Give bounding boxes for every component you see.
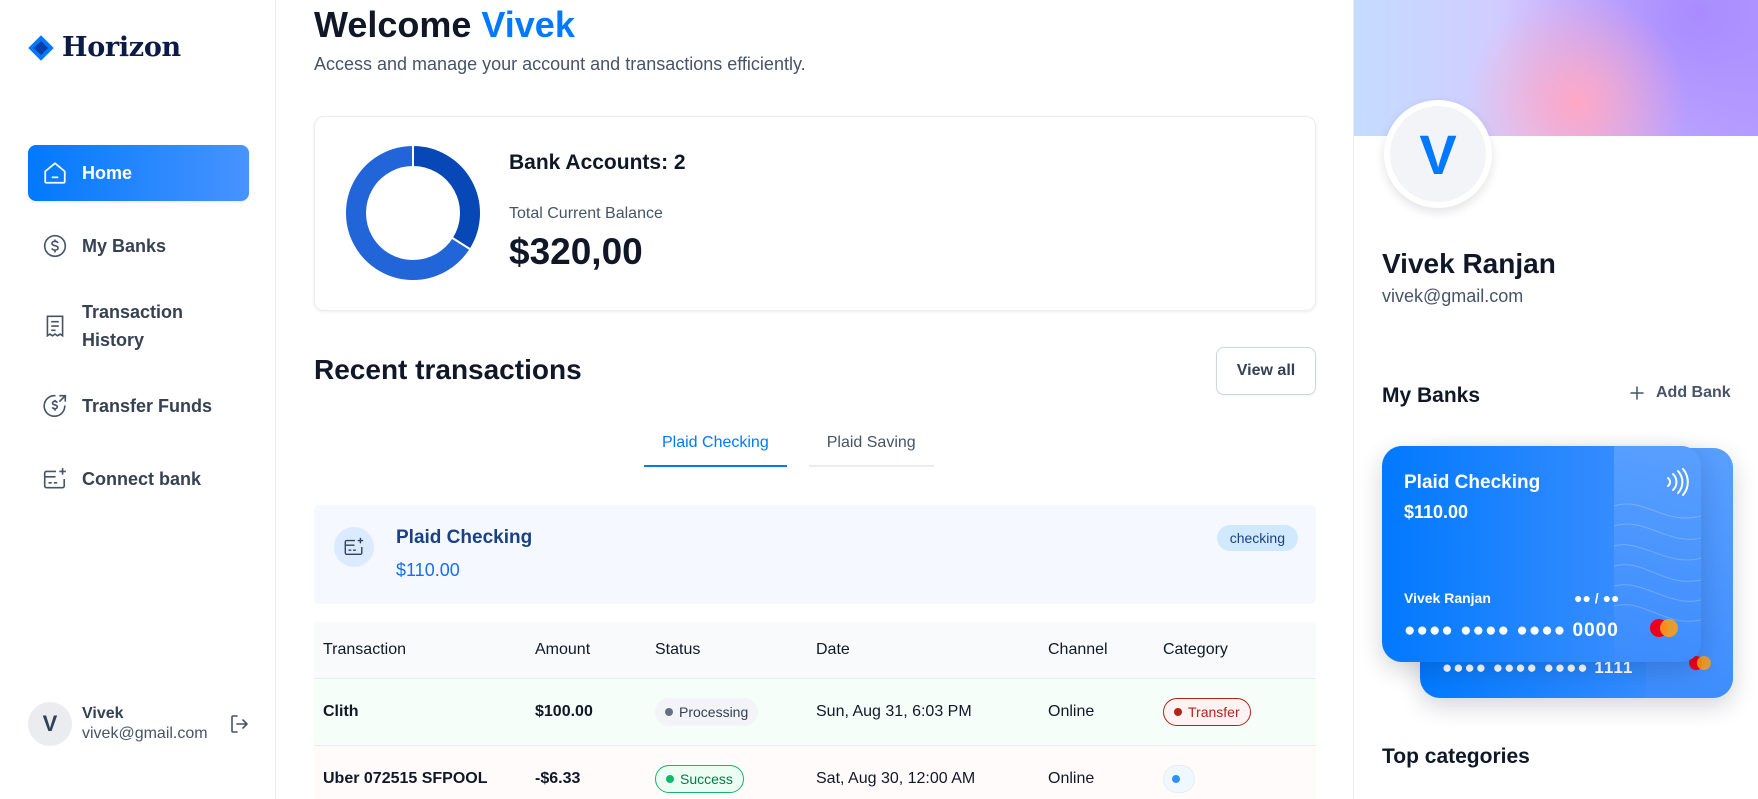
account-name: Plaid Checking <box>396 527 533 548</box>
transaction-category: Transfer <box>1154 678 1316 746</box>
welcome-prefix: Welcome <box>314 4 472 45</box>
transaction-date: Sat, Aug 30, 12:00 AM <box>807 745 1039 799</box>
sidebar-item-home[interactable]: Home <box>28 145 249 201</box>
mastercard-icon <box>1650 619 1678 637</box>
column-header-transaction: Transaction <box>314 622 526 679</box>
transaction-category <box>1154 745 1316 799</box>
top-categories-title: Top categories <box>1382 745 1530 768</box>
transaction-name: Uber 072515 SFPOOL <box>314 745 526 799</box>
bank-card-front[interactable]: Plaid Checking $110.00 Vivek Ranjan ●● /… <box>1382 446 1701 662</box>
account-type-badge: checking <box>1216 525 1298 551</box>
add-bank-label: Add Bank <box>1656 384 1731 401</box>
column-header-amount: Amount <box>526 622 646 679</box>
account-balance: $110.00 <box>396 560 460 580</box>
balance-donut-chart <box>345 145 481 281</box>
receipt-icon <box>42 313 68 339</box>
recent-transactions-title: Recent transactions <box>314 354 582 385</box>
home-icon <box>42 160 68 186</box>
table-row[interactable]: Uber 072515 SFPOOL -$6.33 Success Sat, A… <box>314 745 1316 799</box>
brand-name: Horizon <box>62 32 181 63</box>
transaction-amount: $100.00 <box>526 678 646 746</box>
sidebar-item-label: Transfer Funds <box>82 396 213 416</box>
transactions-table: Transaction Amount Status Date Channel C… <box>314 622 1316 799</box>
horizon-logo-icon <box>28 34 54 61</box>
bank-tabs: Plaid Checking Plaid Saving <box>644 420 934 467</box>
logo[interactable]: Horizon <box>28 32 181 63</box>
profile-name: Vivek Ranjan <box>1382 248 1556 279</box>
total-balance-label: Total Current Balance <box>509 205 663 222</box>
avatar[interactable]: V <box>1384 100 1492 208</box>
card-expiry: ●● / ●● <box>1574 590 1620 606</box>
sidebar-user-email: vivek@gmail.com <box>82 725 208 742</box>
sidebar-item-label: Connect bank <box>82 469 202 489</box>
total-balance-card: Bank Accounts: 2 Total Current Balance $… <box>314 116 1316 311</box>
sidebar-nav: Home My Banks Transaction History Transf… <box>28 145 249 524</box>
status-badge: Success <box>655 764 744 793</box>
money-send-icon <box>42 393 68 419</box>
tab-plaid-checking[interactable]: Plaid Checking <box>644 420 787 467</box>
sidebar-item-transfer-funds[interactable]: Transfer Funds <box>28 378 249 434</box>
contactless-icon <box>1667 468 1689 496</box>
dollar-circle-icon <box>42 233 68 259</box>
transaction-channel: Online <box>1039 745 1154 799</box>
card-add-icon <box>334 527 374 567</box>
column-header-status: Status <box>646 622 807 679</box>
sidebar-item-transaction-history[interactable]: Transaction History <box>28 291 249 361</box>
add-bank-button[interactable]: Add Bank <box>1628 384 1731 402</box>
table-header-row: Transaction Amount Status Date Channel C… <box>314 622 1316 679</box>
profile-panel: V Vivek Ranjan vivek@gmail.com My Banks … <box>1353 0 1758 799</box>
sidebar-item-label: Home <box>82 163 133 183</box>
view-all-button[interactable]: View all <box>1216 347 1316 395</box>
welcome-user-name: Vivek <box>481 4 575 45</box>
category-badge <box>1163 764 1195 793</box>
column-header-category: Category <box>1154 622 1316 679</box>
sidebar-item-label: My Banks <box>82 236 167 256</box>
transaction-date: Sun, Aug 31, 6:03 PM <box>807 678 1039 746</box>
column-header-date: Date <box>807 622 1039 679</box>
sidebar-item-my-banks[interactable]: My Banks <box>28 218 249 274</box>
sidebar-item-label: Transaction History <box>82 302 184 350</box>
transaction-amount: -$6.33 <box>526 745 646 799</box>
sidebar: Horizon Home My Banks Transaction Histor… <box>0 0 276 799</box>
card-holder-name: Vivek Ranjan <box>1404 590 1491 606</box>
status-badge: Processing <box>655 697 759 726</box>
total-balance-value: $320,00 <box>509 231 643 272</box>
card-bank-name: Plaid Checking <box>1404 472 1541 493</box>
sidebar-user-name: Vivek <box>82 705 124 722</box>
transaction-status: Success <box>646 745 807 799</box>
transaction-name: Clith <box>314 678 526 746</box>
table-row[interactable]: Clith $100.00 Processing Sun, Aug 31, 6:… <box>314 678 1316 746</box>
column-header-channel: Channel <box>1039 622 1154 679</box>
category-badge: Transfer <box>1163 697 1251 726</box>
card-number: ●●●● ●●●● ●●●● 0000 <box>1404 620 1619 641</box>
page-subtitle: Access and manage your account and trans… <box>314 54 806 74</box>
profile-email: vivek@gmail.com <box>1382 286 1524 306</box>
sidebar-item-connect-bank[interactable]: Connect bank <box>28 451 249 507</box>
page-title: Welcome Vivek <box>314 4 575 46</box>
card-add-icon <box>42 466 68 492</box>
tab-plaid-saving[interactable]: Plaid Saving <box>808 420 934 467</box>
avatar[interactable]: V <box>28 702 72 746</box>
sidebar-user: V Vivek vivek@gmail.com <box>28 702 252 746</box>
card-balance: $110.00 <box>1404 502 1469 522</box>
transaction-channel: Online <box>1039 678 1154 746</box>
transaction-status: Processing <box>646 678 807 746</box>
logout-icon[interactable] <box>228 712 252 736</box>
bank-accounts-count: Bank Accounts: 2 <box>509 151 686 174</box>
my-banks-title: My Banks <box>1382 384 1481 407</box>
plus-icon <box>1630 386 1644 400</box>
donut-slice <box>412 145 481 251</box>
selected-account-summary: Plaid Checking $110.00 checking <box>314 505 1316 604</box>
